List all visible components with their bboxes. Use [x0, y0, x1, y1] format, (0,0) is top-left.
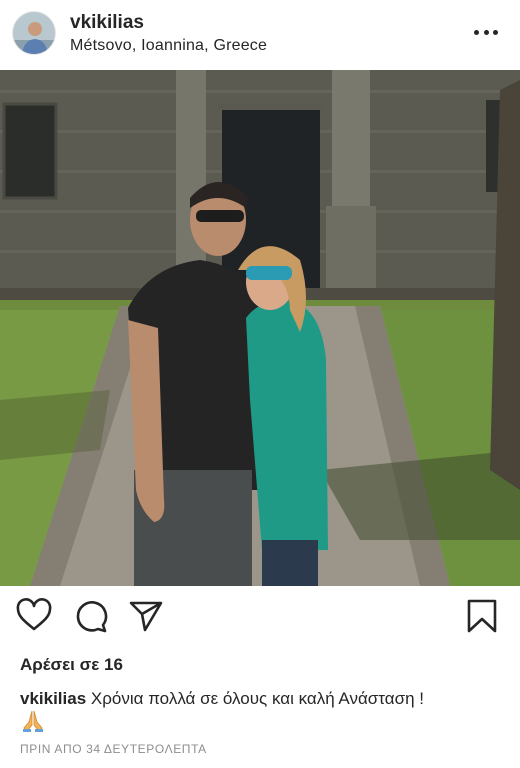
avatar[interactable]: [12, 11, 56, 55]
paper-plane-icon[interactable]: [128, 598, 164, 634]
post-header: vkikilias Métsovo, Ioannina, Greece: [0, 0, 520, 68]
post-timestamp: ΠΡΙΝ ΑΠΟ 34 ΔΕΥΤΕΡΟΛΕΠΤΑ: [20, 742, 207, 756]
bookmark-icon[interactable]: [464, 598, 500, 634]
likes-count[interactable]: Αρέσει σε 16: [20, 655, 123, 675]
post-caption: vkikilias Χρόνια πολλά σε όλους και καλή…: [20, 688, 500, 710]
praying-hands-emoji: [20, 708, 46, 734]
caption-username[interactable]: vkikilias: [20, 689, 86, 708]
instagram-post: vkikilias Métsovo, Ioannina, Greece Αρέσ…: [0, 0, 520, 768]
comment-icon[interactable]: [72, 598, 108, 634]
caption-text: Χρόνια πολλά σε όλους και καλή Ανάσταση …: [90, 689, 424, 708]
post-action-bar: [0, 598, 520, 642]
more-options-icon[interactable]: [474, 22, 498, 42]
heart-icon[interactable]: [16, 598, 52, 634]
post-location[interactable]: Métsovo, Ioannina, Greece: [70, 37, 267, 55]
post-photo[interactable]: [0, 70, 520, 586]
post-username[interactable]: vkikilias: [70, 12, 144, 34]
